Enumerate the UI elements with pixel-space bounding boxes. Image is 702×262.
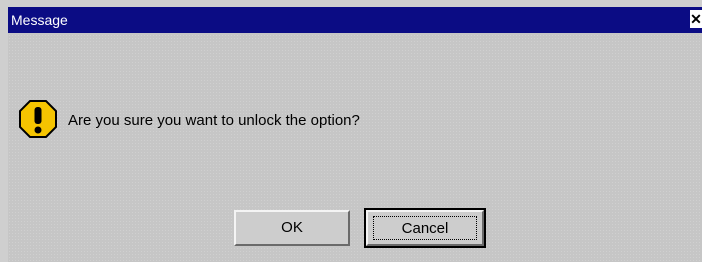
warning-icon [19,100,57,138]
focus-rectangle: Cancel [373,216,477,240]
title-bar[interactable]: Message ✕ [8,7,702,33]
window-title: Message [11,12,68,28]
ok-button-label: OK [281,219,303,236]
close-icon[interactable]: ✕ [690,10,702,28]
cancel-button-label: Cancel [401,220,449,237]
message-dialog: Message ✕ Are you sure you want to unloc… [0,0,702,262]
message-text: Are you sure you want to unlock the opti… [68,112,360,129]
ok-button[interactable]: OK [234,210,350,246]
cancel-button[interactable]: Cancel [364,208,486,248]
